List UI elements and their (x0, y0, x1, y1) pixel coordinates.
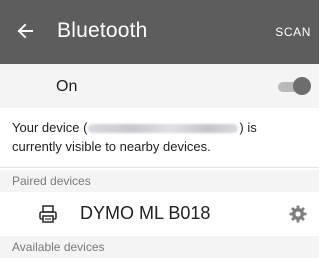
scan-button[interactable]: SCAN (275, 25, 311, 39)
paired-devices-header: Paired devices (0, 170, 319, 192)
bluetooth-switch[interactable] (278, 77, 311, 95)
device-name-redacted (88, 124, 239, 134)
back-button[interactable] (14, 20, 36, 42)
divider (0, 167, 319, 168)
printer-icon (39, 205, 57, 223)
bluetooth-toggle-row[interactable]: On (0, 64, 319, 108)
available-devices-header: Available devices (0, 236, 319, 258)
paired-devices-label: Paired devices (12, 174, 91, 188)
gear-icon[interactable] (288, 204, 308, 224)
switch-thumb (293, 77, 311, 95)
device-name: DYMO ML B018 (80, 203, 211, 223)
paired-device-item[interactable]: DYMO ML B018 (0, 194, 319, 234)
visibility-prefix: Your device ( (12, 120, 88, 135)
app-bar: Bluetooth SCAN (0, 0, 319, 64)
toggle-label: On (56, 78, 78, 95)
available-devices-label: Available devices (12, 240, 105, 254)
visibility-message: Your device () is currently visible to n… (12, 118, 307, 156)
arrow-back-icon (17, 23, 33, 39)
page-title: Bluetooth (57, 19, 148, 42)
